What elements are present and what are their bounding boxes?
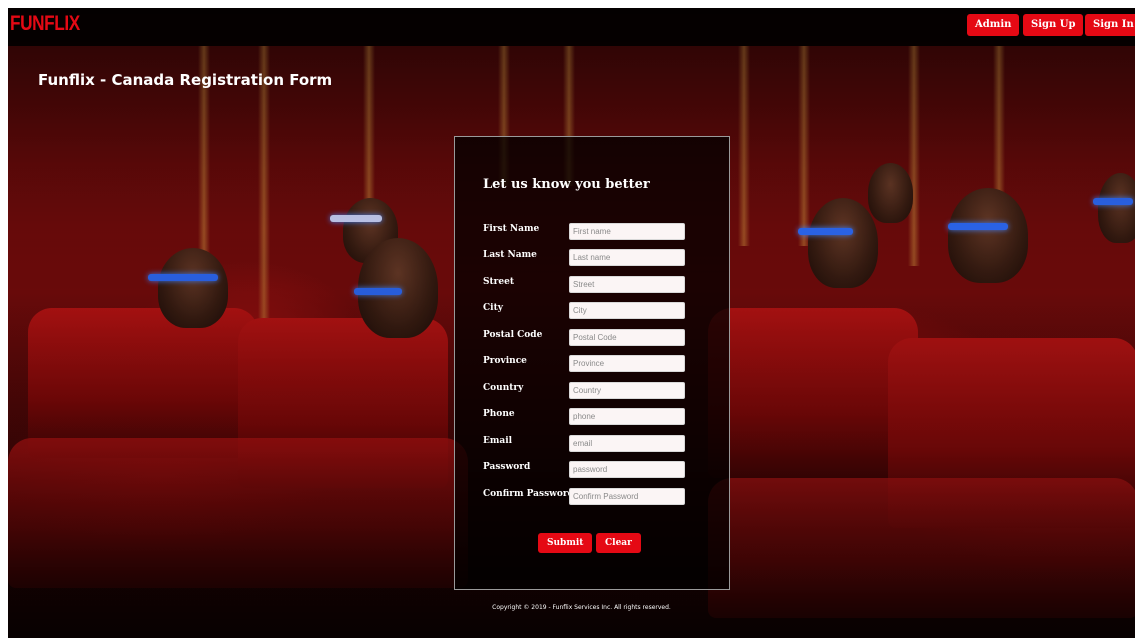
confirm-password-input[interactable]	[569, 488, 685, 505]
clear-button[interactable]: Clear	[596, 533, 641, 553]
page-title: Funflix - Canada Registration Form	[38, 71, 333, 89]
confirm-password-label: Confirm Password	[483, 489, 574, 499]
top-navbar: FUNFLIX Admin Sign Up Sign In	[8, 8, 1135, 46]
form-row-password: Password	[483, 461, 723, 478]
form-heading: Let us know you better	[483, 177, 650, 192]
form-row-city: City	[483, 302, 723, 319]
street-label: Street	[483, 277, 515, 287]
password-input[interactable]	[569, 461, 685, 478]
funflix-logo[interactable]: FUNFLIX	[10, 12, 80, 36]
form-row-confirm-password: Confirm Password	[483, 488, 723, 505]
city-label: City	[483, 303, 503, 313]
form-row-province: Province	[483, 355, 723, 372]
phone-input[interactable]	[569, 408, 685, 425]
email-input[interactable]	[569, 435, 685, 452]
first-name-label: First Name	[483, 224, 540, 234]
form-row-postal-code: Postal Code	[483, 329, 723, 346]
footer-copyright: Copyright © 2019 - Funflix Services Inc.…	[492, 604, 671, 611]
phone-label: Phone	[483, 409, 515, 419]
postal-code-label: Postal Code	[483, 330, 543, 340]
street-input[interactable]	[569, 276, 685, 293]
postal-code-input[interactable]	[569, 329, 685, 346]
last-name-label: Last Name	[483, 250, 537, 260]
first-name-input[interactable]	[569, 223, 685, 240]
city-input[interactable]	[569, 302, 685, 319]
country-input[interactable]	[569, 382, 685, 399]
form-row-email: Email	[483, 435, 723, 452]
sign-in-button[interactable]: Sign In	[1085, 14, 1135, 36]
admin-button[interactable]: Admin	[967, 14, 1020, 36]
email-label: Email	[483, 436, 513, 446]
form-row-first-name: First Name	[483, 223, 723, 240]
registration-form: Let us know you better First Name Last N…	[454, 136, 730, 590]
form-row-street: Street	[483, 276, 723, 293]
form-row-country: Country	[483, 382, 723, 399]
password-label: Password	[483, 462, 531, 472]
submit-button[interactable]: Submit	[538, 533, 593, 553]
sign-up-button[interactable]: Sign Up	[1023, 14, 1084, 36]
form-row-last-name: Last Name	[483, 249, 723, 266]
page-frame: FUNFLIX Admin Sign Up Sign In Funflix - …	[8, 8, 1135, 638]
province-input[interactable]	[569, 355, 685, 372]
country-label: Country	[483, 383, 524, 393]
last-name-input[interactable]	[569, 249, 685, 266]
form-row-phone: Phone	[483, 408, 723, 425]
province-label: Province	[483, 356, 527, 366]
